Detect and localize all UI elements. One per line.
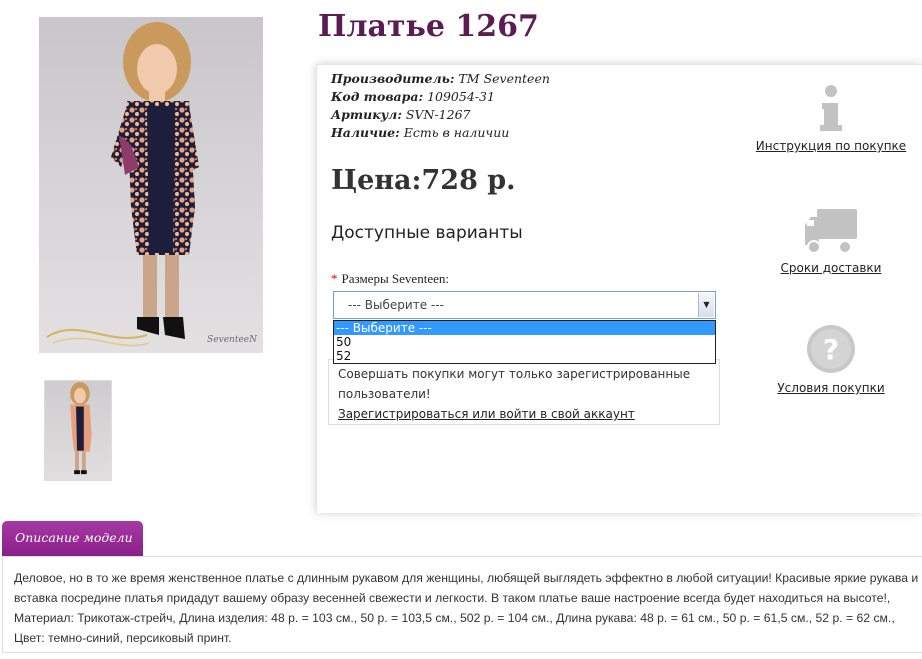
side-item-terms: ? Условия покупки [751,323,911,395]
login-register-link[interactable]: Зарегистрироваться или войти в свой акка… [338,404,710,424]
chevron-down-icon[interactable]: ▼ [698,293,714,317]
size-options-list: --- Выберите --- 50 52 [333,320,716,364]
delivery-link[interactable]: Сроки доставки [751,261,911,275]
product-price: Цена:728 р. [331,165,516,196]
size-label-text: Размеры Seventeen: [341,271,449,286]
stock-label: Наличие: [331,125,400,140]
size-option[interactable]: --- Выберите --- [334,321,715,335]
thumbnail-illustration [70,381,92,475]
description-box: Деловое, но в то же время женственное пл… [2,556,922,653]
photo-watermark: SeventeeN [207,335,257,345]
stock-value: Есть в наличии [403,125,510,140]
article-row: Артикул: SVN-1267 [331,106,550,124]
terms-link[interactable]: Условия покупки [751,381,911,395]
stock-row: Наличие: Есть в наличии [331,124,550,142]
manufacturer-label: Производитель: [331,71,455,86]
dress-photo-illustration [46,22,199,347]
instructions-link[interactable]: Инструкция по покупке [751,139,911,153]
product-info-panel: Производитель: ТМ Seventeen Код товара: … [316,64,922,513]
variants-heading: Доступные варианты [331,223,523,243]
product-description: Деловое, но в то же время женственное пл… [14,571,919,645]
product-thumbnail[interactable] [44,380,112,481]
question-icon: ? [807,325,855,373]
required-mark: * [331,271,338,286]
size-select-value: --- Выберите --- [348,298,444,312]
product-details: Производитель: ТМ Seventeen Код товара: … [331,70,550,142]
product-title: Платье 1267 [318,9,539,44]
login-notice-text: Совершать покупки могут только зарегистр… [338,367,691,401]
side-item-delivery: Сроки доставки [751,207,911,275]
code-value: 109054-31 [427,89,495,104]
manufacturer-row: Производитель: ТМ Seventeen [331,70,550,88]
size-select[interactable]: --- Выберите --- ▼ [333,291,716,319]
size-label: * Размеры Seventeen: [331,271,449,287]
size-option[interactable]: 52 [334,349,715,363]
article-value: SVN-1267 [405,107,471,122]
code-row: Код товара: 109054-31 [331,88,550,106]
code-label: Код товара: [331,89,424,104]
svg-text:?: ? [823,333,839,366]
main-product-image[interactable]: SeventeeN [39,17,263,353]
info-icon [820,85,842,131]
tab-description[interactable]: Описание модели [2,521,143,556]
size-option[interactable]: 50 [334,335,715,349]
login-notice: Совершать покупки могут только зарегистр… [328,359,720,425]
side-item-instructions: Инструкция по покупке [751,83,911,153]
manufacturer-value: ТМ Seventeen [458,71,550,86]
truck-icon [805,209,857,254]
article-label: Артикул: [331,107,402,122]
